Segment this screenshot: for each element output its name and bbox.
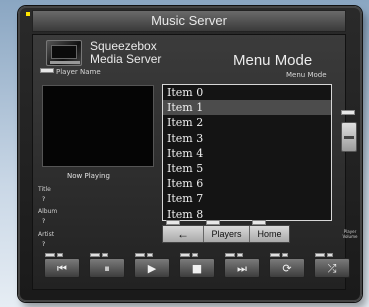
list-item[interactable]: Item 5 xyxy=(163,161,331,176)
album-value: ? xyxy=(42,218,46,225)
button-tag xyxy=(90,253,100,257)
title-bar: Music Server xyxy=(32,10,346,32)
button-tag xyxy=(237,253,243,257)
play-icon: ▶ xyxy=(147,262,157,275)
button-tag xyxy=(45,253,55,257)
button-tag xyxy=(180,253,190,257)
player-indicator xyxy=(40,68,54,73)
title-label: Title xyxy=(38,186,51,193)
list-item[interactable]: Item 3 xyxy=(163,131,331,146)
button-tag xyxy=(270,253,280,257)
list-item[interactable]: Item 4 xyxy=(163,146,331,161)
menu-mode-subtitle: Menu Mode xyxy=(286,71,327,79)
artist-label: Artist xyxy=(38,231,55,238)
button-tag xyxy=(147,253,153,257)
volume-slider[interactable] xyxy=(341,122,357,152)
shuffle-button[interactable]: ⤮ xyxy=(314,253,350,278)
shuffle-icon: ⤮ xyxy=(327,262,337,275)
list-item[interactable]: Item 8 xyxy=(163,207,331,222)
button-tag xyxy=(315,253,325,257)
button-tag xyxy=(192,253,198,257)
button-tag xyxy=(282,253,288,257)
menu-mode-title: Menu Mode xyxy=(233,52,313,69)
list-item[interactable]: Item 0 xyxy=(163,85,331,100)
title-value: ? xyxy=(42,196,46,203)
list-item[interactable]: Item 7 xyxy=(163,191,331,206)
album-label: Album xyxy=(38,208,58,215)
slider-grip[interactable] xyxy=(344,136,354,139)
previous-button[interactable]: ⏮ xyxy=(44,253,80,278)
menu-list[interactable]: Item 0 Item 1 Item 2 Item 3 Item 4 Item … xyxy=(162,84,332,221)
artist-value: ? xyxy=(42,241,46,248)
stop-icon: ■ xyxy=(191,262,203,275)
player-name-label: Player Name xyxy=(56,68,101,76)
button-tag xyxy=(135,253,145,257)
pause-icon: ⏸ xyxy=(104,262,110,275)
now-playing-heading: Now Playing xyxy=(67,172,110,180)
button-tag xyxy=(327,253,333,257)
button-tag xyxy=(225,253,235,257)
button-tag xyxy=(102,253,108,257)
repeat-button[interactable]: ⟳ xyxy=(269,253,305,278)
volume-indicator xyxy=(341,110,355,115)
back-button[interactable]: ← xyxy=(163,226,203,242)
navigation-bar: ← Players Home xyxy=(162,225,290,243)
window-title: Music Server xyxy=(151,13,227,28)
repeat-icon: ⟳ xyxy=(282,262,292,275)
transport-controls: ⏮ ⏸ ▶ ■ ⏭ ⟳ ⤮ xyxy=(44,253,358,280)
marker-dot xyxy=(26,12,30,16)
list-item[interactable]: Item 1 xyxy=(163,100,331,116)
next-button[interactable]: ⏭ xyxy=(224,253,260,278)
list-item[interactable]: Item 6 xyxy=(163,176,331,191)
brand-name: Squeezebox Media Server xyxy=(90,40,161,66)
stop-button[interactable]: ■ xyxy=(179,253,215,278)
home-button[interactable]: Home xyxy=(249,226,289,242)
players-button[interactable]: Players xyxy=(203,226,249,242)
player-volume-label: Player Volume xyxy=(342,229,358,239)
album-art xyxy=(42,85,154,167)
next-icon: ⏭ xyxy=(237,262,247,275)
brand-line-2: Media Server xyxy=(90,52,162,66)
pause-button[interactable]: ⏸ xyxy=(89,253,125,278)
button-tag xyxy=(57,253,63,257)
previous-icon: ⏮ xyxy=(57,262,67,275)
list-item[interactable]: Item 2 xyxy=(163,115,331,130)
play-button[interactable]: ▶ xyxy=(134,253,170,278)
server-logo-icon xyxy=(46,40,82,66)
